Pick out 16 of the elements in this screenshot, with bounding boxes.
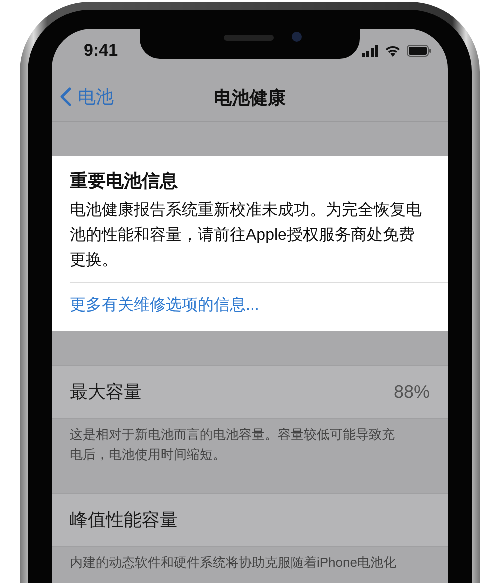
setting-footnote: 这是相对于新电池而言的电池容量。容量较低可能导致充电后，电池使用时间缩短。 (69, 426, 396, 464)
speaker-grille (224, 35, 274, 41)
notice-text: 电池健康报告系统重新校准未成功。为完全恢复电池的性能和容量，请前往Apple授权服务商处免费更换。 (69, 200, 423, 271)
setting-label: 峰值性能容量 (70, 509, 178, 532)
battery-icon (407, 45, 432, 57)
chevron-left-icon (60, 87, 72, 107)
repair-info-link[interactable]: 更多有关维修选项的信息... (52, 283, 448, 331)
camera-lens (292, 32, 302, 42)
setting-value: 88% (394, 382, 430, 402)
signal-icon (362, 45, 379, 57)
nav-title: 电池健康 (214, 87, 286, 110)
setting-label: 最大容量 (70, 381, 142, 404)
status-time: 9:41 (84, 41, 118, 61)
setting-footnote: 内建的动态软件和硬件系统将协助克服随着iPhone电池化 (69, 554, 398, 572)
wifi-icon (385, 45, 401, 57)
notice-title: 重要电池信息 (69, 170, 179, 193)
